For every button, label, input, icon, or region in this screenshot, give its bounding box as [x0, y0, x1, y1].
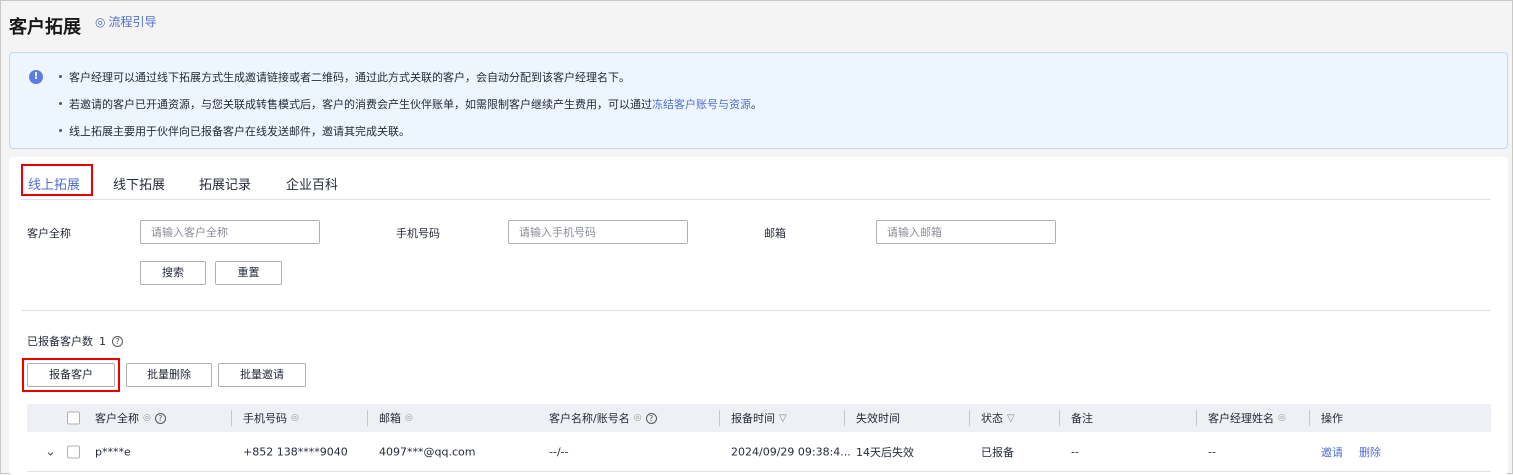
- reported-count: 已报备客户数 1?: [27, 333, 123, 349]
- invite-link[interactable]: 邀请: [1321, 444, 1343, 460]
- batch-invite-button[interactable]: 批量邀请: [218, 363, 306, 387]
- cell-expire: 14天后失效: [856, 445, 914, 459]
- row-checkbox[interactable]: [67, 445, 80, 458]
- cell-manager: --: [1208, 445, 1216, 458]
- table-header: 客户全称 ◎? 手机号码 ◎ 邮箱 ◎ 客户名称/账号名 ◎? 报备时间 ▽ 失效时间 状…: [27, 404, 1491, 432]
- cell-name: p****e: [95, 445, 131, 458]
- tab-encyclopedia[interactable]: 企业百科: [286, 174, 338, 193]
- batch-delete-button[interactable]: 批量删除: [126, 363, 212, 387]
- col-divider: [844, 410, 845, 426]
- col-divider: [1196, 410, 1197, 426]
- tab-records[interactable]: 拓展记录: [199, 174, 251, 193]
- col-account-label: 客户名称/账号名: [549, 412, 630, 425]
- cell-time: 2024/09/29 09:38:4...: [731, 445, 851, 458]
- phone-input[interactable]: [508, 220, 688, 244]
- select-all-checkbox[interactable]: [67, 411, 80, 425]
- col-email: 邮箱 ◎: [379, 410, 413, 426]
- col-actions: 操作: [1321, 412, 1343, 425]
- col-account: 客户名称/账号名 ◎?: [549, 410, 657, 426]
- eye-icon[interactable]: ◎: [291, 413, 299, 423]
- flow-guide-label: 流程引导: [108, 15, 157, 29]
- filter-divider: [21, 310, 1491, 311]
- col-divider: [969, 410, 970, 426]
- col-expire: 失效时间: [856, 412, 900, 425]
- col-divider: [231, 410, 232, 426]
- freeze-account-link[interactable]: 冻结客户账号与资源: [652, 98, 751, 111]
- email-input[interactable]: [876, 220, 1056, 244]
- page-title: 客户拓展: [9, 17, 81, 38]
- reported-count-value: 1: [99, 334, 106, 348]
- col-manager: 客户经理姓名 ◎: [1208, 410, 1286, 426]
- help-icon[interactable]: ?: [154, 412, 166, 424]
- cell-phone: +852 138****9040: [243, 445, 348, 458]
- reset-button[interactable]: 重置: [215, 261, 282, 285]
- col-time-label: 报备时间: [731, 412, 775, 425]
- col-time: 报备时间 ▽: [731, 410, 787, 426]
- reported-count-label: 已报备客户数: [27, 335, 93, 348]
- notice-line-2-suffix: 。: [751, 98, 762, 111]
- col-divider: [719, 410, 720, 426]
- col-status: 状态 ▽: [981, 410, 1015, 426]
- col-manager-label: 客户经理姓名: [1208, 412, 1274, 425]
- name-input[interactable]: [140, 220, 320, 244]
- help-icon[interactable]: ?: [645, 412, 657, 424]
- col-remark: 备注: [1071, 412, 1093, 425]
- chevron-down-icon[interactable]: ⌄: [45, 444, 56, 459]
- help-icon[interactable]: ?: [112, 335, 123, 347]
- cell-status: 已报备: [981, 445, 1014, 459]
- col-divider: [1309, 410, 1310, 426]
- search-button[interactable]: 搜索: [140, 261, 206, 285]
- col-name: 客户全称 ◎?: [95, 410, 166, 426]
- table-row: ⌄ p****e +852 138****9040 4097***@qq.com…: [27, 432, 1491, 472]
- col-phone: 手机号码 ◎: [243, 410, 299, 426]
- flow-guide-link[interactable]: ◎ 流程引导: [95, 13, 157, 30]
- eye-icon[interactable]: ◎: [405, 413, 413, 423]
- email-label: 邮箱: [764, 227, 786, 240]
- highlight-box: [22, 358, 120, 392]
- col-phone-label: 手机号码: [243, 412, 287, 425]
- notice-panel: ! 客户经理可以通过线下拓展方式生成邀请链接或者二维码，通过此方式关联的客户，会…: [9, 52, 1508, 149]
- filter-icon[interactable]: ▽: [779, 413, 787, 424]
- delete-link[interactable]: 删除: [1359, 444, 1381, 460]
- highlight-box: [21, 164, 93, 196]
- notice-line-1: 客户经理可以通过线下拓展方式生成邀请链接或者二维码，通过此方式关联的客户，会自动…: [59, 71, 630, 84]
- notice-line-2: 若邀请的客户已开通资源，与您关联成转售模式后，客户的消费会产生伙伴账单，如需限制…: [59, 96, 762, 112]
- info-icon: !: [29, 70, 43, 84]
- eye-icon[interactable]: ◎: [634, 413, 642, 423]
- name-label: 客户全称: [27, 227, 71, 240]
- cell-account: --/--: [549, 445, 569, 458]
- col-divider: [367, 410, 368, 426]
- tab-offline[interactable]: 线下拓展: [113, 174, 165, 193]
- cell-email: 4097***@qq.com: [379, 445, 476, 458]
- col-status-label: 状态: [981, 412, 1003, 425]
- eye-icon[interactable]: ◎: [1278, 413, 1286, 423]
- phone-label: 手机号码: [396, 227, 440, 240]
- eye-off-icon: ◎: [95, 14, 106, 29]
- tab-divider: [21, 199, 1491, 200]
- col-name-label: 客户全称: [95, 412, 139, 425]
- col-divider: [1059, 410, 1060, 426]
- eye-icon[interactable]: ◎: [143, 413, 151, 423]
- col-email-label: 邮箱: [379, 412, 401, 425]
- notice-line-3: 线上拓展主要用于伙伴向已报备客户在线发送邮件，邀请其完成关联。: [59, 125, 410, 138]
- cell-remark: --: [1071, 445, 1079, 458]
- notice-line-2-text: 若邀请的客户已开通资源，与您关联成转售模式后，客户的消费会产生伙伴账单，如需限制…: [69, 98, 652, 111]
- filter-icon[interactable]: ▽: [1007, 413, 1015, 424]
